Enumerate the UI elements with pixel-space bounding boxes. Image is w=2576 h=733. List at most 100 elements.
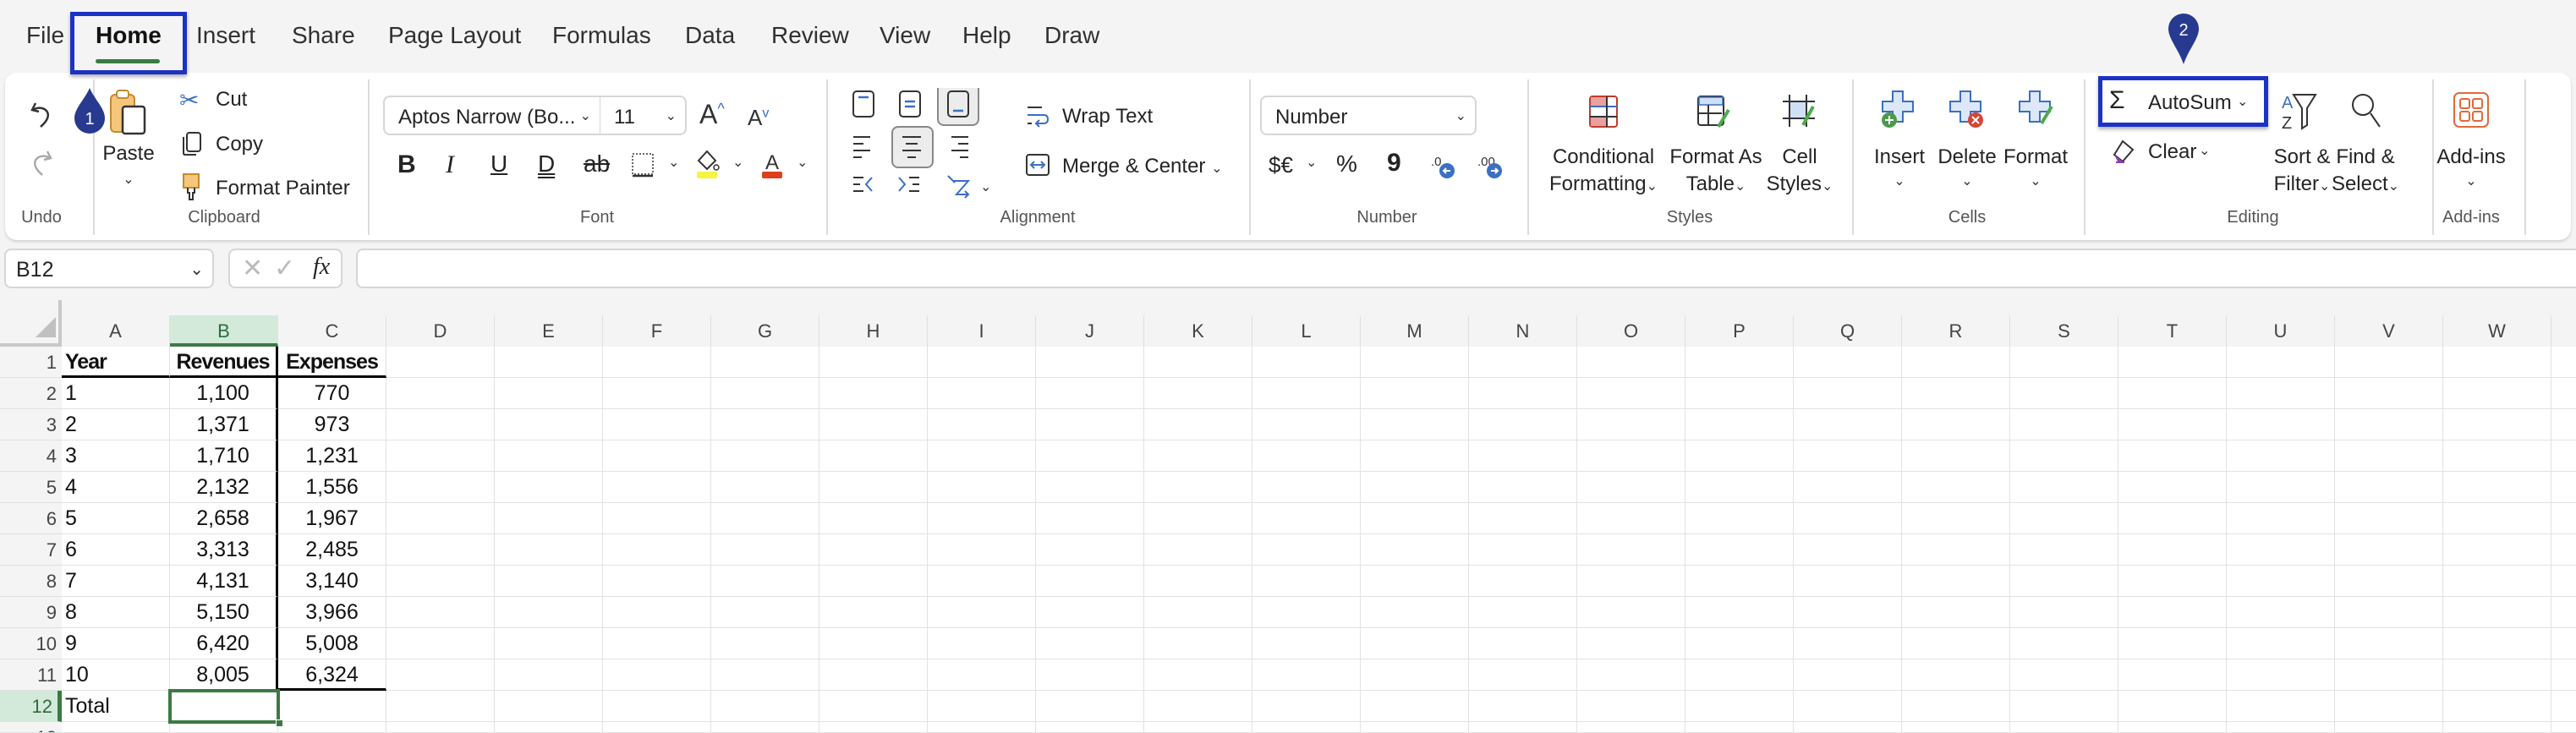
cell-q10[interactable] <box>1794 628 1902 659</box>
cell-r13[interactable] <box>1902 722 2010 733</box>
cell-f12[interactable] <box>603 691 711 722</box>
cell-i8[interactable] <box>928 566 1036 597</box>
cell-l3[interactable] <box>1252 409 1361 440</box>
row-header-4[interactable]: 4 <box>0 440 62 472</box>
cell-t7[interactable] <box>2118 534 2227 566</box>
cell-v3[interactable] <box>2335 409 2443 440</box>
cell-g1[interactable] <box>711 347 819 378</box>
cell-n4[interactable] <box>1469 440 1577 472</box>
cell-c6[interactable]: 1,967 <box>278 503 386 534</box>
cell-h12[interactable] <box>819 691 928 722</box>
cell-r6[interactable] <box>1902 503 2010 534</box>
cell-b3[interactable]: 1,371 <box>170 409 278 440</box>
cell-m12[interactable] <box>1361 691 1469 722</box>
cell-g13[interactable] <box>711 722 819 733</box>
cell-i7[interactable] <box>928 534 1036 566</box>
cell-w10[interactable] <box>2443 628 2551 659</box>
fill-handle[interactable] <box>276 719 283 727</box>
cell-d8[interactable] <box>386 566 495 597</box>
cell-j9[interactable] <box>1036 597 1144 628</box>
cell-f8[interactable] <box>603 566 711 597</box>
cell-a10[interactable]: 9 <box>62 628 170 659</box>
cell-i4[interactable] <box>928 440 1036 472</box>
cell-f3[interactable] <box>603 409 711 440</box>
font-color-chevron-icon[interactable]: ⌄ <box>797 154 808 171</box>
cell-m7[interactable] <box>1361 534 1469 566</box>
cell-t10[interactable] <box>2118 628 2227 659</box>
strikethrough-button[interactable]: ab <box>584 150 610 178</box>
paste-chevron-icon[interactable]: ⌄ <box>123 171 134 188</box>
column-header-r[interactable]: R <box>1902 315 2010 347</box>
cell-l8[interactable] <box>1252 566 1361 597</box>
delete-chevron-icon[interactable]: ⌄ <box>1961 172 1972 189</box>
cell-a1[interactable]: Year <box>62 347 170 378</box>
cell-s12[interactable] <box>2010 691 2118 722</box>
cell-l5[interactable] <box>1252 472 1361 503</box>
cell-e2[interactable] <box>495 378 603 409</box>
cell-v12[interactable] <box>2335 691 2443 722</box>
cell-n12[interactable] <box>1469 691 1577 722</box>
cell-l1[interactable] <box>1252 347 1361 378</box>
cell-h3[interactable] <box>819 409 928 440</box>
cell-k5[interactable] <box>1144 472 1252 503</box>
cell-w5[interactable] <box>2443 472 2551 503</box>
cell-d4[interactable] <box>386 440 495 472</box>
row-header-10[interactable]: 10 <box>0 628 62 659</box>
cell-d12[interactable] <box>386 691 495 722</box>
cell-o8[interactable] <box>1577 566 1685 597</box>
cell-w2[interactable] <box>2443 378 2551 409</box>
cell-e9[interactable] <box>495 597 603 628</box>
cell-c11[interactable]: 6,324 <box>278 659 386 691</box>
cell-c8[interactable]: 3,140 <box>278 566 386 597</box>
name-box[interactable]: B12 ⌄ <box>4 249 214 288</box>
cell-l4[interactable] <box>1252 440 1361 472</box>
comma-style-button[interactable]: 9 <box>1387 149 1401 178</box>
cell-k1[interactable] <box>1144 347 1252 378</box>
cell-q6[interactable] <box>1794 503 1902 534</box>
wrap-text-button[interactable]: Wrap Text <box>1062 105 1153 129</box>
cell-g2[interactable] <box>711 378 819 409</box>
cell-f2[interactable] <box>603 378 711 409</box>
cell-w12[interactable] <box>2443 691 2551 722</box>
cell-u10[interactable] <box>2227 628 2335 659</box>
cell-p2[interactable] <box>1685 378 1794 409</box>
cell-l10[interactable] <box>1252 628 1361 659</box>
cell-w3[interactable] <box>2443 409 2551 440</box>
cell-w11[interactable] <box>2443 659 2551 691</box>
cell-h2[interactable] <box>819 378 928 409</box>
cell-d2[interactable] <box>386 378 495 409</box>
grow-font-icon[interactable]: A^ <box>699 99 725 130</box>
cell-k3[interactable] <box>1144 409 1252 440</box>
cell-v10[interactable] <box>2335 628 2443 659</box>
cell-o9[interactable] <box>1577 597 1685 628</box>
cell-w9[interactable] <box>2443 597 2551 628</box>
clear-button[interactable]: Clear <box>2148 140 2196 164</box>
cell-v7[interactable] <box>2335 534 2443 566</box>
cell-p11[interactable] <box>1685 659 1794 691</box>
cell-v13[interactable] <box>2335 722 2443 733</box>
conditional-formatting-button[interactable]: Conditional <box>1553 145 1654 169</box>
find-select-button[interactable]: Find & <box>2336 145 2394 169</box>
cell-l11[interactable] <box>1252 659 1361 691</box>
cell-r10[interactable] <box>1902 628 2010 659</box>
double-underline-button[interactable]: D <box>538 150 555 178</box>
cell-x13[interactable] <box>2551 722 2576 733</box>
cell-j6[interactable] <box>1036 503 1144 534</box>
bold-button[interactable]: B <box>397 150 416 179</box>
cell-b4[interactable]: 1,710 <box>170 440 278 472</box>
cell-e11[interactable] <box>495 659 603 691</box>
column-header-s[interactable]: S <box>2010 315 2118 347</box>
cell-m5[interactable] <box>1361 472 1469 503</box>
cell-v8[interactable] <box>2335 566 2443 597</box>
cell-n3[interactable] <box>1469 409 1577 440</box>
cell-m10[interactable] <box>1361 628 1469 659</box>
tab-data[interactable]: Data <box>685 22 735 49</box>
cell-p4[interactable] <box>1685 440 1794 472</box>
cell-d5[interactable] <box>386 472 495 503</box>
undo-icon[interactable] <box>29 100 54 129</box>
cell-k6[interactable] <box>1144 503 1252 534</box>
cell-j11[interactable] <box>1036 659 1144 691</box>
cell-o7[interactable] <box>1577 534 1685 566</box>
cell-h9[interactable] <box>819 597 928 628</box>
cell-i2[interactable] <box>928 378 1036 409</box>
